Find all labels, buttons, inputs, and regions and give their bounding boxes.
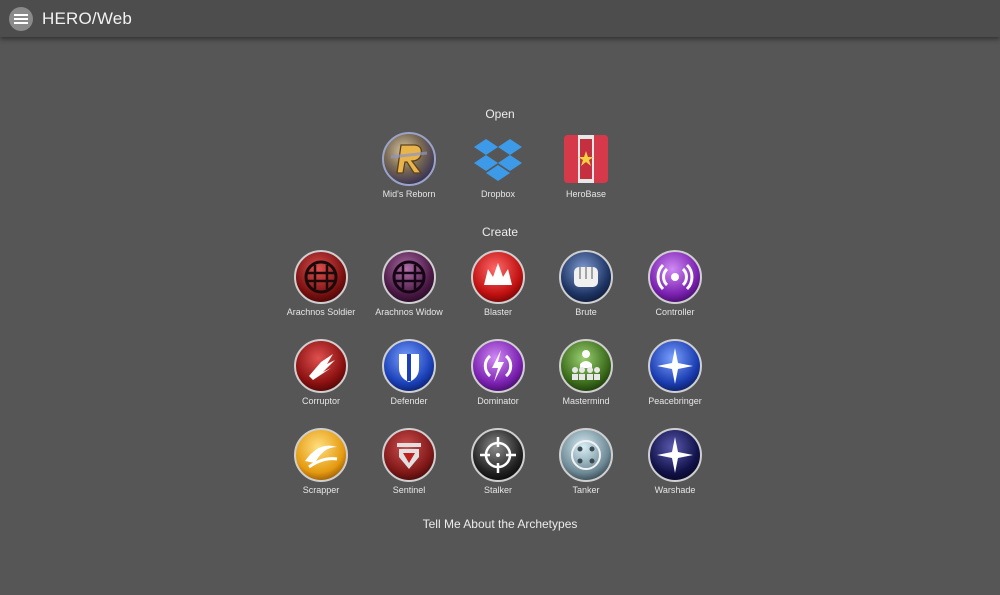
peacebringer-label: Peacebringer [648, 396, 702, 406]
create-controller-button[interactable]: Controller [631, 249, 719, 329]
create-scrapper-button[interactable]: Scrapper [277, 427, 365, 507]
sentinel-icon [381, 427, 437, 483]
blaster-label: Blaster [483, 307, 512, 317]
arachnos-soldier-label: Arachnos Soldier [286, 307, 356, 317]
sentinel-label: Sentinel [392, 485, 426, 495]
create-brute-button[interactable]: Brute [542, 249, 630, 329]
create-stalker-button[interactable]: Stalker [454, 427, 542, 507]
brute-label: Brute [575, 307, 597, 317]
tanker-label: Tanker [572, 485, 600, 495]
open-section-title: Open [485, 107, 515, 121]
app-title: HERO/Web [42, 8, 133, 28]
dominator-icon [470, 338, 526, 394]
warshade-label: Warshade [654, 485, 696, 495]
open-herobase-button[interactable]: HeroBase [542, 131, 630, 211]
mids-reborn-logo-icon [381, 131, 437, 187]
app-bar: HERO/Web [0, 0, 1000, 37]
controller-icon [647, 249, 703, 305]
brute-icon [558, 249, 614, 305]
create-defender-button[interactable]: Defender [365, 338, 453, 418]
create-warshade-button[interactable]: Warshade [631, 427, 719, 507]
herobase-label: HeroBase [565, 189, 607, 199]
arachnos-widow-icon [381, 249, 437, 305]
open-dropbox-button[interactable]: Dropbox [454, 131, 542, 211]
stalker-icon [470, 427, 526, 483]
create-arachnos-widow-button[interactable]: Arachnos Widow [365, 249, 453, 329]
menu-icon[interactable] [9, 6, 33, 31]
create-corruptor-button[interactable]: Corruptor [277, 338, 365, 418]
stalker-label: Stalker [483, 485, 512, 495]
blaster-icon [470, 249, 526, 305]
mastermind-icon [558, 338, 614, 394]
corruptor-label: Corruptor [301, 396, 340, 406]
herobase-logo-icon [558, 131, 614, 187]
warshade-icon [647, 427, 703, 483]
scrapper-label: Scrapper [302, 485, 340, 495]
create-peacebringer-button[interactable]: Peacebringer [631, 338, 719, 418]
dropbox-logo-icon [470, 131, 526, 187]
create-arachnos-soldier-button[interactable]: Arachnos Soldier [277, 249, 365, 329]
create-blaster-button[interactable]: Blaster [454, 249, 542, 329]
arachnos-soldier-icon [293, 249, 349, 305]
tanker-icon [558, 427, 614, 483]
controller-label: Controller [655, 307, 695, 317]
create-sentinel-button[interactable]: Sentinel [365, 427, 453, 507]
peacebringer-icon [647, 338, 703, 394]
defender-label: Defender [390, 396, 428, 406]
dropbox-label: Dropbox [480, 189, 516, 199]
open-mids-reborn-button[interactable]: Mid's Reborn [365, 131, 453, 211]
create-section-title: Create [481, 225, 519, 239]
mids-reborn-label: Mid's Reborn [382, 189, 436, 199]
mastermind-label: Mastermind [562, 396, 610, 406]
create-mastermind-button[interactable]: Mastermind [542, 338, 630, 418]
create-tanker-button[interactable]: Tanker [542, 427, 630, 507]
scrapper-icon [293, 427, 349, 483]
archetypes-info-link[interactable]: Tell Me About the Archetypes [0, 517, 1000, 531]
corruptor-icon [293, 338, 349, 394]
defender-icon [381, 338, 437, 394]
arachnos-widow-label: Arachnos Widow [375, 307, 443, 317]
dominator-label: Dominator [477, 396, 519, 406]
create-dominator-button[interactable]: Dominator [454, 338, 542, 418]
